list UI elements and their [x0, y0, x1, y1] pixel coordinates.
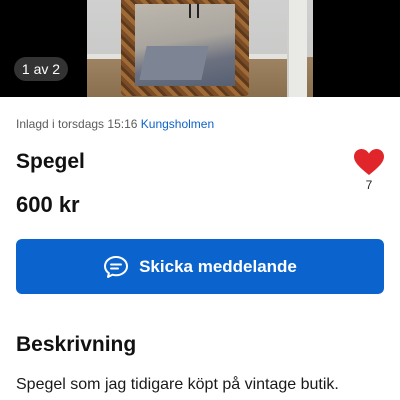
- favorite-count: 7: [365, 178, 373, 192]
- mirror-reflection-rug: [139, 46, 209, 80]
- chat-bubble-icon: [104, 255, 129, 278]
- location-link[interactable]: Kungsholmen: [141, 117, 214, 131]
- description-heading: Beskrivning: [16, 333, 137, 356]
- favorite-button[interactable]: 7: [352, 148, 386, 194]
- heart-icon: [354, 149, 384, 175]
- send-message-button[interactable]: Skicka meddelande: [16, 239, 384, 294]
- listing-price: 600 kr: [16, 192, 80, 217]
- listing-title: Spegel: [16, 150, 85, 173]
- listing-photo[interactable]: [87, 0, 313, 97]
- image-gallery[interactable]: 1 av 2: [0, 0, 400, 97]
- mirror-glass: [135, 4, 235, 86]
- photo-doorframe: [287, 0, 307, 97]
- image-counter: 1 av 2: [14, 57, 68, 81]
- send-message-label: Skicka meddelande: [139, 256, 297, 276]
- mirror-reflection-chair: [189, 4, 199, 18]
- description-text: Spegel som jag tidigare köpt på vintage …: [16, 376, 339, 393]
- listing-meta: Inlagd i torsdags 15:16 Kungsholmen: [16, 117, 214, 131]
- posted-time: Inlagd i torsdags 15:16: [16, 117, 138, 131]
